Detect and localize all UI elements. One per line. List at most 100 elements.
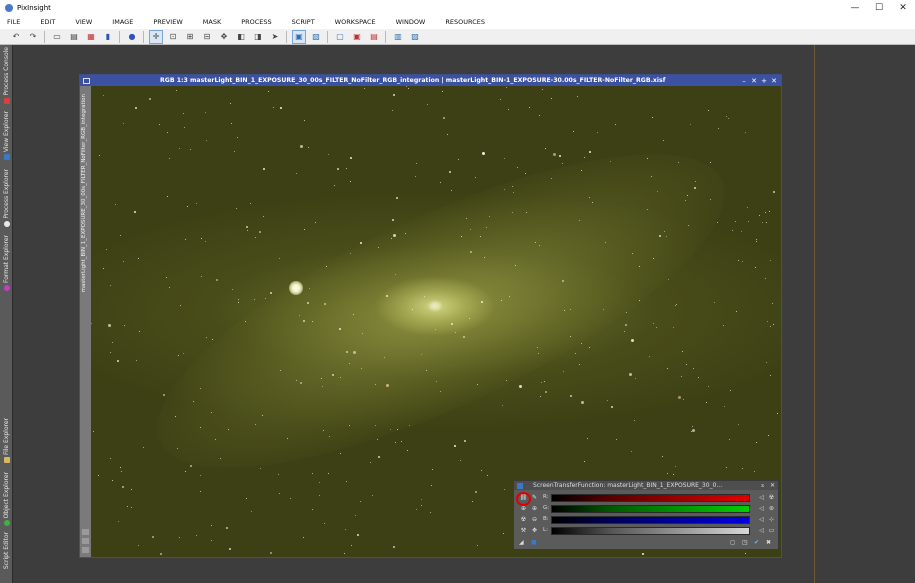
maximize-button[interactable]: ☐ xyxy=(867,0,891,15)
star xyxy=(741,231,742,232)
menu-window[interactable]: WINDOW xyxy=(396,18,426,26)
pan-icon[interactable]: ✥ xyxy=(530,526,539,535)
red-channel-bar[interactable] xyxy=(551,494,750,502)
mask-show-icon[interactable]: ▢ xyxy=(334,31,346,43)
star xyxy=(504,189,505,190)
screen-stf-icon[interactable]: ▧ xyxy=(310,31,322,43)
stf-titlebar[interactable]: ScreenTransferFunction: masterLight_BIN_… xyxy=(514,481,778,490)
menu-file[interactable]: FILE xyxy=(7,18,20,26)
apply-global-icon[interactable]: ■ xyxy=(531,539,537,546)
image-identifier-tab[interactable]: masterLight_BIN_1_EXPOSURE_30_00s_FILTER… xyxy=(81,94,87,292)
star xyxy=(685,200,686,201)
stf-shade-button[interactable]: ⌅ xyxy=(760,482,765,489)
zoom-out-icon[interactable]: ⊟ xyxy=(201,31,213,43)
display-channel-icon[interactable]: ▣ xyxy=(292,29,306,44)
star xyxy=(626,312,627,313)
tab-script-editor[interactable]: Script Editor xyxy=(0,532,13,569)
reset-luminance-icon[interactable]: ◁ xyxy=(757,526,766,535)
preview-tab-icon[interactable] xyxy=(82,538,89,544)
mask-enable-icon[interactable]: ▤ xyxy=(368,31,380,43)
star xyxy=(730,390,731,391)
tab-view-explorer[interactable]: View Explorer xyxy=(0,111,13,161)
menu-edit[interactable]: EDIT xyxy=(40,18,55,26)
edit-mode-icon[interactable]: ✎ xyxy=(530,493,539,502)
auto-stretch-icon[interactable]: ☢ xyxy=(767,493,776,502)
star xyxy=(322,386,323,387)
star xyxy=(364,88,365,89)
menu-workspace[interactable]: WORKSPACE xyxy=(335,18,376,26)
track-view-icon[interactable]: ⊛ xyxy=(767,504,776,513)
zoom-channel-icon[interactable]: ⊕ xyxy=(530,504,539,513)
preview-icon[interactable]: ◳ xyxy=(742,539,748,546)
pointer-mode-icon[interactable]: ➤ xyxy=(269,31,281,43)
maximize-window-button[interactable]: + xyxy=(759,75,769,86)
star xyxy=(666,236,667,237)
color-palette-icon[interactable]: ▦ xyxy=(85,31,97,43)
menu-view[interactable]: VIEW xyxy=(75,18,92,26)
tab-file-explorer[interactable]: File Explorer xyxy=(0,418,13,463)
menu-image[interactable]: IMAGE xyxy=(112,18,133,26)
mask-invert-icon[interactable]: ▣ xyxy=(351,31,363,43)
zoom-in-icon[interactable]: ⊞ xyxy=(184,31,196,43)
green-channel-bar[interactable] xyxy=(551,505,750,513)
open-image-icon[interactable]: ▤ xyxy=(68,31,80,43)
star xyxy=(577,96,578,97)
zoom-out-icon[interactable]: ⊖ xyxy=(530,515,539,524)
andromeda-galaxy-halo xyxy=(119,93,763,529)
new-instance-icon[interactable]: ◢ xyxy=(519,539,524,546)
tab-format-explorer[interactable]: Format Explorer xyxy=(0,235,13,292)
reset-all-icon[interactable]: ✖ xyxy=(766,539,771,546)
reset-icon[interactable]: ◻ xyxy=(730,539,735,546)
reset-blue-icon[interactable]: ◁ xyxy=(757,515,766,524)
apply-icon[interactable]: ✔ xyxy=(754,539,759,546)
stf-window-controls: ⌅ ✕ xyxy=(760,481,775,490)
menu-preview[interactable]: PREVIEW xyxy=(153,18,182,26)
preview-mode-icon[interactable]: ◧ xyxy=(235,31,247,43)
display-icon[interactable]: ▭ xyxy=(767,526,776,535)
wrench-icon[interactable]: ⚒ xyxy=(519,526,528,535)
star xyxy=(678,162,679,163)
blue-channel-bar[interactable] xyxy=(551,516,750,524)
process-sphere-icon[interactable]: ● xyxy=(126,31,138,43)
tab-process-explorer[interactable]: Process Explorer xyxy=(0,169,13,227)
star xyxy=(570,309,571,310)
redo-icon[interactable]: ↷ xyxy=(27,31,39,43)
export-icon[interactable]: ▨ xyxy=(409,31,421,43)
pan-mode-icon[interactable]: ✥ xyxy=(218,31,230,43)
zoom-to-fit-icon[interactable]: ⊡ xyxy=(167,31,179,43)
menu-mask[interactable]: MASK xyxy=(203,18,221,26)
bookmark-icon[interactable]: ▮ xyxy=(102,31,114,43)
minimize-window-button[interactable]: – xyxy=(739,75,749,86)
reset-green-icon[interactable]: ◁ xyxy=(757,504,766,513)
star xyxy=(350,253,351,254)
menu-script[interactable]: SCRIPT xyxy=(292,18,315,26)
luminance-channel-bar[interactable] xyxy=(551,527,750,535)
readout-mode-icon[interactable]: ✛ xyxy=(149,29,163,44)
shade-window-button[interactable]: ✕ xyxy=(749,75,759,86)
star xyxy=(649,356,650,357)
close-window-button[interactable]: ✕ xyxy=(769,75,779,86)
menu-resources[interactable]: RESOURCES xyxy=(445,18,485,26)
auto-stf-icon[interactable]: ☢ xyxy=(519,515,528,524)
screenshot-icon[interactable]: ▥ xyxy=(392,31,404,43)
tab-object-explorer[interactable]: Object Explorer xyxy=(0,472,13,527)
star xyxy=(334,185,335,186)
tab-process-console[interactable]: Process Console xyxy=(0,47,13,104)
minimize-button[interactable]: — xyxy=(843,0,867,15)
star xyxy=(349,363,350,364)
star xyxy=(545,391,547,393)
undo-icon[interactable]: ↶ xyxy=(10,31,22,43)
image-window-titlebar[interactable]: RGB 1:3 masterLight_BIN_1_EXPOSURE_30_00… xyxy=(80,75,781,86)
stf-close-button[interactable]: ✕ xyxy=(770,482,775,489)
dynamic-crop-icon[interactable]: ◨ xyxy=(252,31,264,43)
new-image-icon[interactable]: ▭ xyxy=(51,31,63,43)
star xyxy=(279,258,280,259)
toolbar-divider xyxy=(143,30,144,43)
reset-red-icon[interactable]: ◁ xyxy=(757,493,766,502)
menu-process[interactable]: PROCESS xyxy=(241,18,271,26)
star xyxy=(512,212,513,213)
close-button[interactable]: ✕ xyxy=(891,0,915,15)
mask-tab-icon[interactable] xyxy=(82,529,89,535)
crosshair-icon[interactable]: ⊹ xyxy=(767,515,776,524)
settings-tab-icon[interactable] xyxy=(82,547,89,553)
